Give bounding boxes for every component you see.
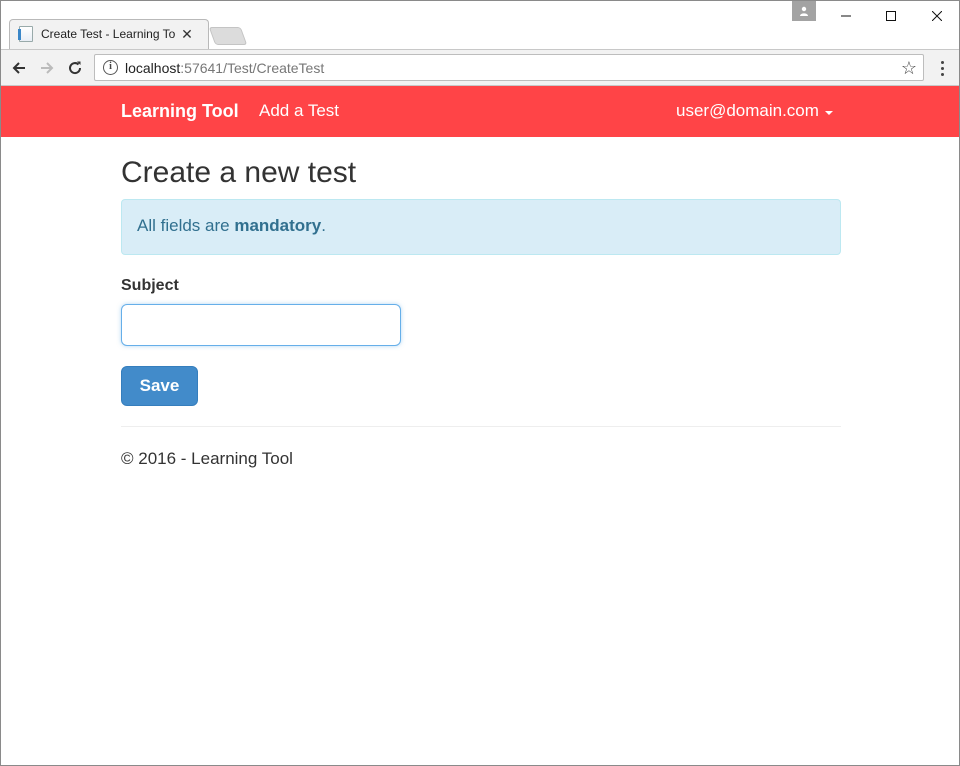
page-content: Learning Tool Add a Test user@domain.com… (1, 86, 959, 765)
arrow-left-icon (12, 62, 25, 74)
menu-dot (940, 72, 944, 76)
minimize-button[interactable] (823, 1, 869, 31)
browser-tab-content[interactable]: Create Test - Learning To ✕ (15, 19, 205, 49)
brand-link[interactable]: Learning Tool (121, 101, 239, 122)
alert-prefix: All fields are (137, 216, 235, 235)
url-host: localhost (125, 59, 181, 76)
person-icon (800, 6, 808, 16)
address-bar[interactable]: i localhost:57641/Test/CreateTest ☆ (94, 54, 924, 81)
subject-input[interactable] (121, 304, 401, 346)
info-alert: All fields are mandatory. (121, 199, 841, 255)
info-icon[interactable]: i (103, 60, 118, 75)
tab-title: Create Test - Learning To (41, 27, 175, 41)
back-button[interactable] (7, 56, 31, 80)
subject-label: Subject (121, 277, 179, 294)
add-test-link[interactable]: Add a Test (259, 101, 339, 121)
menu-dot (940, 60, 944, 64)
tab-close-icon[interactable]: ✕ (179, 26, 195, 42)
new-tab-button[interactable] (208, 27, 248, 45)
menu-dot (940, 66, 944, 70)
user-email: user@domain.com (676, 101, 819, 120)
reload-icon (69, 61, 82, 75)
browser-toolbar: i localhost:57641/Test/CreateTest ☆ (1, 49, 959, 86)
bookmark-star-icon[interactable]: ☆ (901, 58, 917, 78)
browser-menu-button[interactable] (931, 56, 953, 80)
minimize-icon (841, 15, 851, 17)
save-button[interactable]: Save (121, 366, 198, 406)
alert-emphasis: mandatory (234, 216, 322, 235)
close-icon (932, 11, 942, 21)
forward-button[interactable] (35, 56, 59, 80)
browser-window: Create Test - Learning To ✕ i localhost … (0, 0, 960, 766)
alert-suffix: . (321, 216, 326, 235)
user-menu-dropdown[interactable]: user@domain.com (676, 101, 833, 121)
tab-strip: Create Test - Learning To ✕ (1, 1, 959, 49)
profile-button[interactable] (792, 1, 816, 21)
footer-divider (121, 426, 841, 427)
close-window-button[interactable] (914, 1, 960, 31)
page-title: Create a new test (121, 156, 357, 189)
reload-button[interactable] (63, 56, 87, 80)
url-path: :57641/Test/CreateTest (180, 59, 325, 76)
page-favicon-icon (18, 26, 33, 42)
site-navbar: Learning Tool Add a Test user@domain.com (1, 86, 959, 137)
maximize-button[interactable] (868, 1, 914, 31)
footer-text: © 2016 - Learning Tool (121, 449, 293, 468)
maximize-icon (886, 11, 896, 21)
arrow-right-icon (41, 62, 54, 74)
caret-down-icon (824, 110, 833, 115)
